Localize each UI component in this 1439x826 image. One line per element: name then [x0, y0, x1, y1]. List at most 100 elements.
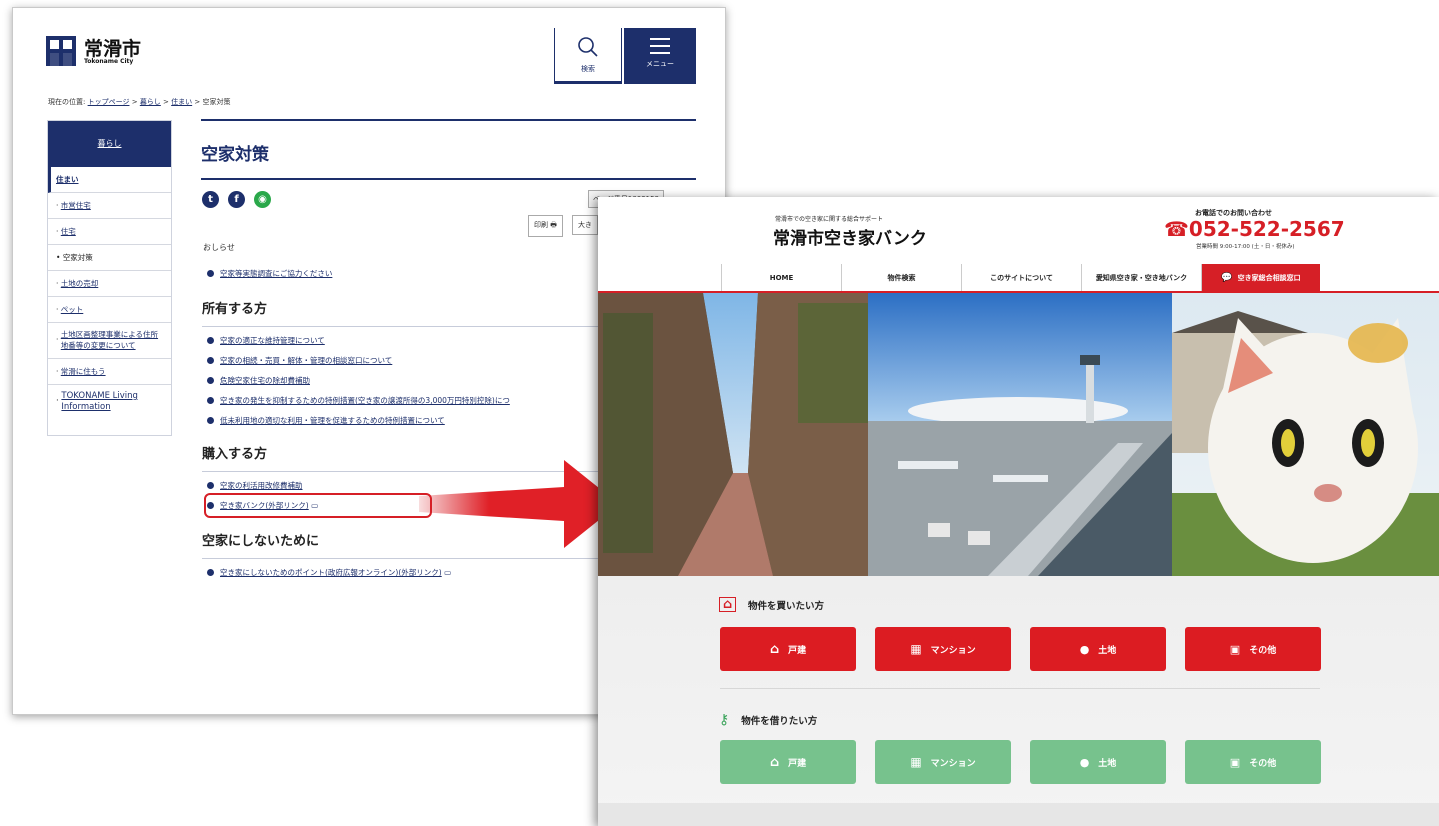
map-pin-icon: ●	[1079, 642, 1090, 656]
sidebar-item-label: 住まい	[56, 175, 79, 184]
nav-home[interactable]: HOME	[722, 264, 842, 292]
airport-photo	[868, 293, 1172, 576]
buy-land-button[interactable]: ● 土地	[1030, 627, 1166, 671]
sidebar: 暮らし 住まい · 市営住宅 · 住宅 • 空家対策 · 土地の売却 · ペット…	[47, 120, 172, 436]
sidebar-item-address-change[interactable]: · 土地区画整理事業による住所地番等の変更について	[48, 323, 171, 359]
breadcrumb-sumai-link[interactable]: 住まい	[171, 98, 192, 106]
site-title[interactable]: 常滑市空き家バンク	[773, 224, 927, 249]
owners-link[interactable]: 空き家の発生を抑制するための特例措置(空き家の譲渡所得の3,000万円特別控除)…	[207, 395, 510, 406]
breadcrumb-separator: >	[131, 98, 138, 106]
nav-consultation-label: 空き家総合相談窓口	[1237, 274, 1301, 282]
button-label: その他	[1249, 758, 1277, 769]
business-hours: 営業時間 9:00-17:00 (土・日・祝休み)	[1196, 244, 1295, 250]
section-divider	[720, 688, 1320, 689]
section-footer-band	[598, 803, 1439, 826]
button-label: マンション	[930, 645, 976, 656]
phone-number[interactable]: ☎052-522-2567	[1164, 217, 1345, 241]
nav-consultation[interactable]: 💬 空き家総合相談窓口	[1202, 264, 1320, 292]
button-label: マンション	[930, 758, 976, 769]
breadcrumb-prefix: 現在の位置:	[48, 98, 86, 106]
prevent-link[interactable]: 空き家にしないためのポイント(政府広報オンライン)(外部リンク) ▭	[207, 567, 451, 578]
sidebar-item-city-housing[interactable]: · 市営住宅	[48, 193, 171, 219]
sidebar-item-land-sale[interactable]: · 土地の売却	[48, 271, 171, 297]
calendar-icon: ▣	[1229, 755, 1241, 769]
print-button[interactable]: 印刷 🖶	[528, 215, 563, 237]
sidebar-item-label: ペット	[60, 305, 84, 314]
sidebar-item-living-info[interactable]: · TOKONAME Living Information	[48, 385, 171, 419]
link-text: 空き家の発生を抑制するための特例措置(空き家の譲渡所得の3,000万円特別控除)…	[220, 396, 510, 405]
button-label: 戸建	[788, 645, 807, 656]
hamburger-icon	[650, 38, 670, 54]
nav-aichi-bank[interactable]: 愛知県空き家・空き地バンク	[1082, 264, 1202, 292]
buy-detached-house-button[interactable]: ⌂ 戸建	[720, 627, 856, 671]
breadcrumb-separator: >	[194, 98, 201, 106]
owners-link[interactable]: 空家の適正な維持管理について	[207, 335, 325, 346]
owners-link[interactable]: 危険空家住宅の除却費補助	[207, 375, 310, 386]
button-label: その他	[1249, 645, 1277, 656]
akiya-bank-webpage: 常滑市での空き家に関する総合サポート 常滑市空き家バンク お電話でのお問い合わせ…	[598, 197, 1439, 826]
sidebar-item-sumai[interactable]: 住まい	[48, 167, 171, 193]
global-nav: HOME 物件検索 このサイトについて 愛知県空き家・空き地バンク 💬 空き家総…	[721, 264, 1320, 292]
rent-mansion-button[interactable]: ▦ マンション	[875, 740, 1011, 784]
home-icon: ⌂	[769, 641, 780, 657]
calendar-icon: ▣	[1229, 642, 1241, 656]
sidebar-item-label: 常滑に住もう	[60, 367, 106, 376]
property-search-section: ⌂ 物件を買いたい方 ⌂ 戸建 ▦ マンション ● 土地 ▣ その他 ⚷ 物件を借りたい…	[598, 576, 1439, 826]
sidebar-item-live-tokoname[interactable]: · 常滑に住もう	[48, 359, 171, 385]
buy-mansion-button[interactable]: ▦ マンション	[875, 627, 1011, 671]
text-size-button[interactable]: 大き	[572, 215, 598, 235]
nav-about[interactable]: このサイトについて	[962, 264, 1082, 292]
button-label: 戸建	[788, 758, 807, 769]
site-tagline: 常滑市での空き家に関する総合サポート	[775, 216, 884, 223]
sidebar-heading[interactable]: 暮らし	[48, 121, 171, 167]
rent-section-title: ⚷ 物件を借りたい方	[719, 712, 817, 728]
sidebar-item-label: 土地の売却	[60, 279, 99, 288]
chat-icon: 💬	[1221, 273, 1233, 283]
map-pin-icon: ●	[1079, 755, 1090, 769]
owners-link[interactable]: 空家の相続・売買・解体・管理の相談窓口について	[207, 355, 392, 366]
breadcrumb-kurashi-link[interactable]: 暮らし	[140, 98, 161, 106]
rent-category-buttons: ⌂ 戸建 ▦ マンション ● 土地 ▣ その他	[720, 740, 1321, 784]
buyers-link[interactable]: 空家の利活用改修費補助	[207, 480, 303, 491]
buy-section-title: ⌂ 物件を買いたい方	[719, 597, 824, 612]
page-title: 空家対策	[201, 119, 696, 165]
hero-photo-banner	[598, 293, 1439, 576]
breadcrumb: 現在の位置: トップページ > 暮らし > 住まい > 空家対策	[48, 97, 231, 107]
maneki-neko-photo	[1172, 293, 1439, 576]
red-arrow-icon	[419, 460, 619, 548]
sidebar-item-vacant-house[interactable]: • 空家対策	[48, 245, 171, 271]
search-icon	[578, 37, 598, 57]
sidebar-item-pet[interactable]: · ペット	[48, 297, 171, 323]
city-emblem-icon[interactable]	[46, 36, 76, 66]
rent-section-label: 物件を借りたい方	[741, 716, 818, 727]
sidebar-item-label: TOKONAME Living Information	[61, 390, 138, 412]
sidebar-item-label: 空家対策	[62, 253, 93, 262]
rent-land-button[interactable]: ● 土地	[1030, 740, 1166, 784]
alley-photo	[598, 293, 868, 576]
line-icon[interactable]: ◉	[254, 191, 271, 208]
menu-button[interactable]: メニュー	[624, 28, 696, 84]
buy-other-button[interactable]: ▣ その他	[1185, 627, 1321, 671]
nav-property-search[interactable]: 物件検索	[842, 264, 962, 292]
key-icon: ⚷	[719, 712, 730, 728]
building-icon: ▦	[910, 642, 922, 656]
highlight-box	[204, 493, 432, 518]
city-logo-name[interactable]: 常滑市	[84, 34, 141, 61]
rent-detached-house-button[interactable]: ⌂ 戸建	[720, 740, 856, 784]
sidebar-item-label: 住宅	[60, 227, 76, 236]
buy-category-buttons: ⌂ 戸建 ▦ マンション ● 土地 ▣ その他	[720, 627, 1321, 671]
sidebar-item-housing[interactable]: · 住宅	[48, 219, 171, 245]
button-label: 土地	[1098, 758, 1117, 769]
twitter-icon[interactable]: t	[202, 191, 219, 208]
owners-link[interactable]: 低未利用地の適切な利用・管理を促進するための特例措置について	[207, 415, 445, 426]
building-icon: ▦	[910, 755, 922, 769]
city-logo-subtitle: Tokoname City	[84, 58, 134, 65]
search-button[interactable]: 検索	[554, 28, 622, 84]
link-text: 空家の相続・売買・解体・管理の相談窓口について	[220, 356, 393, 365]
facebook-icon[interactable]: f	[228, 191, 245, 208]
link-text: 危険空家住宅の除却費補助	[220, 376, 310, 385]
breadcrumb-home-link[interactable]: トップページ	[88, 98, 130, 106]
rent-other-button[interactable]: ▣ その他	[1185, 740, 1321, 784]
link-text: 低未利用地の適切な利用・管理を促進するための特例措置について	[220, 416, 445, 425]
notice-link[interactable]: 空家等実態調査にご協力ください	[207, 268, 332, 279]
